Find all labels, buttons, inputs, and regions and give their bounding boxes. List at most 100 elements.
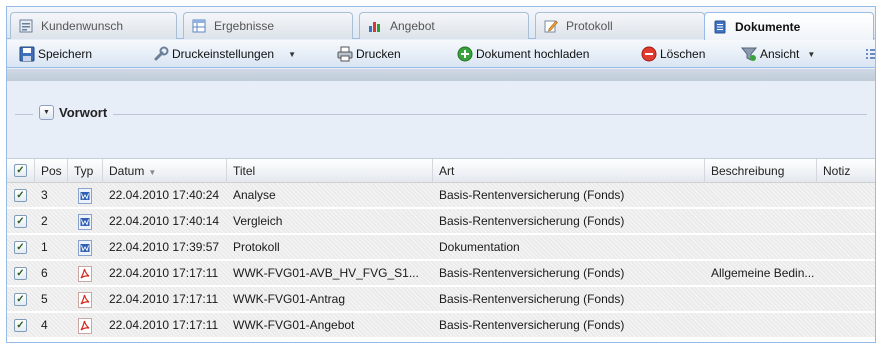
section-legend: ▼ Vorwort — [33, 105, 114, 120]
row-checkbox[interactable]: ✓ — [14, 215, 27, 228]
print-settings-button[interactable]: Druckeinstellungen ▼ — [153, 44, 296, 64]
cell-art: Basis-Rentenversicherung (Fonds) — [439, 188, 625, 202]
fieldset-border — [15, 114, 867, 115]
view-button[interactable]: Ansicht ▼ — [741, 44, 815, 64]
more-options-icon[interactable] — [865, 44, 875, 64]
document-panel: Kundenwunsch Ergebnisse Angebot Protokol… — [6, 6, 876, 343]
cell-titel: Vergleich — [233, 214, 283, 228]
upload-document-button[interactable]: Dokument hochladen — [457, 44, 589, 64]
cell-datum: 22.04.2010 17:40:24 — [109, 188, 220, 202]
column-header-titel[interactable]: Titel — [227, 159, 433, 183]
cell-beschreibung: Allgemeine Bedin... — [711, 266, 815, 280]
pdf-file-icon — [78, 292, 92, 308]
table-row[interactable]: ✓ 6 22.04.2010 17:17:11 WWK-FVG01-AVB_HV_FV… — [7, 261, 875, 286]
cell-pos: 2 — [41, 214, 48, 228]
edit-icon — [544, 20, 558, 33]
table-icon — [192, 19, 206, 33]
tab-label: Angebot — [390, 19, 435, 33]
sort-descending-icon: ▼ — [148, 168, 157, 177]
bar-chart-icon — [369, 22, 380, 32]
section-title: Vorwort — [59, 105, 108, 120]
tab-label: Dokumente — [735, 19, 801, 34]
word-file-icon — [78, 188, 92, 204]
divider-strip — [7, 69, 875, 81]
cell-titel: WWK-FVG01-Antrag — [233, 292, 346, 306]
cell-beschreibung — [705, 287, 817, 312]
cell-art: Basis-Rentenversicherung (Fonds) — [439, 318, 625, 332]
delete-circle-icon — [641, 46, 657, 62]
filter-icon — [741, 47, 757, 61]
cell-notiz — [817, 235, 875, 260]
table-row[interactable]: ✓ 3 22.04.2010 17:40:24 Analyse Basis-Renten… — [7, 183, 875, 208]
cell-pos: 3 — [41, 188, 48, 202]
column-header-datum[interactable]: Datum ▼ — [103, 159, 227, 183]
delete-button[interactable]: Löschen — [641, 44, 705, 64]
cell-datum: 22.04.2010 17:17:11 — [109, 318, 219, 332]
form-icon — [19, 19, 33, 33]
column-header-typ[interactable]: Typ — [68, 159, 103, 183]
documents-grid: ✓ Pos Typ Datum ▼ Titel Art Beschreibung … — [7, 159, 875, 342]
chevron-down-icon[interactable]: ▼ — [288, 50, 296, 59]
save-button[interactable]: Speichern — [19, 44, 92, 64]
cell-titel: Analyse — [233, 188, 276, 202]
cell-notiz — [817, 313, 875, 338]
tab-angebot[interactable]: Angebot — [359, 12, 529, 39]
tab-label: Protokoll — [566, 19, 613, 33]
table-row[interactable]: ✓ 1 22.04.2010 17:39:57 Protokoll Dokumentat… — [7, 235, 875, 260]
cell-titel: Protokoll — [233, 240, 280, 254]
column-header-art[interactable]: Art — [433, 159, 705, 183]
grid-header: ✓ Pos Typ Datum ▼ Titel Art Beschreibung … — [7, 159, 875, 183]
row-checkbox[interactable]: ✓ — [14, 241, 27, 254]
tab-protokoll[interactable]: Protokoll — [535, 12, 705, 39]
cell-titel: WWK-FVG01-Angebot — [233, 318, 355, 332]
table-row[interactable]: ✓ 5 22.04.2010 17:17:11 WWK-FVG01-Antrag Bas… — [7, 287, 875, 312]
row-checkbox[interactable]: ✓ — [14, 293, 27, 306]
cell-datum: 22.04.2010 17:40:14 — [109, 214, 220, 228]
print-button[interactable]: Drucken — [337, 44, 401, 64]
cell-beschreibung — [705, 313, 817, 338]
cell-pos: 4 — [41, 318, 48, 332]
tab-label: Kundenwunsch — [41, 19, 124, 33]
tab-bar: Kundenwunsch Ergebnisse Angebot Protokol… — [7, 7, 875, 40]
cell-art: Dokumentation — [439, 240, 520, 254]
chevron-down-icon[interactable]: ▼ — [807, 50, 815, 59]
floppy-disk-icon — [19, 46, 35, 62]
cell-notiz — [817, 183, 875, 208]
cell-datum: 22.04.2010 17:17:11 — [109, 292, 219, 306]
select-all-checkbox[interactable]: ✓ — [14, 164, 27, 177]
table-row[interactable]: ✓ 4 22.04.2010 17:17:11 WWK-FVG01-Angebot Ba… — [7, 313, 875, 338]
select-all-cell: ✓ — [7, 159, 35, 183]
table-row[interactable]: ✓ 2 22.04.2010 17:40:14 Vergleich Basis-Rent… — [7, 209, 875, 234]
vorwort-section: ▼ Vorwort — [7, 81, 875, 159]
cell-beschreibung — [705, 183, 817, 208]
toolbar: Speichern Druckeinstellungen ▼ Drucken D… — [7, 40, 875, 68]
document-icon — [714, 20, 726, 33]
cell-notiz — [817, 287, 875, 312]
cell-datum: 22.04.2010 17:17:11 — [109, 266, 219, 280]
tab-kundenwunsch[interactable]: Kundenwunsch — [10, 12, 177, 39]
cell-beschreibung — [705, 209, 817, 234]
cell-pos: 5 — [41, 292, 48, 306]
column-header-beschreibung[interactable]: Beschreibung — [705, 159, 817, 183]
tab-ergebnisse[interactable]: Ergebnisse — [183, 12, 353, 39]
pdf-file-icon — [78, 266, 92, 282]
cell-datum: 22.04.2010 17:39:57 — [109, 240, 220, 254]
printer-icon — [337, 46, 353, 62]
cell-pos: 1 — [41, 240, 48, 254]
tab-dokumente[interactable]: Dokumente — [704, 12, 874, 40]
cell-beschreibung — [705, 235, 817, 260]
wrench-icon — [154, 46, 169, 61]
row-checkbox[interactable]: ✓ — [14, 319, 27, 332]
collapse-toggle-icon[interactable]: ▼ — [39, 105, 54, 120]
row-checkbox[interactable]: ✓ — [14, 267, 27, 280]
cell-art: Basis-Rentenversicherung (Fonds) — [439, 214, 625, 228]
column-header-notiz[interactable]: Notiz — [817, 159, 875, 183]
row-checkbox[interactable]: ✓ — [14, 189, 27, 202]
word-file-icon — [78, 214, 92, 230]
add-circle-icon — [457, 46, 473, 62]
column-header-pos[interactable]: Pos — [35, 159, 68, 183]
word-file-icon — [78, 240, 92, 256]
cell-notiz — [817, 209, 875, 234]
cell-art: Basis-Rentenversicherung (Fonds) — [439, 292, 625, 306]
pdf-file-icon — [78, 318, 92, 334]
